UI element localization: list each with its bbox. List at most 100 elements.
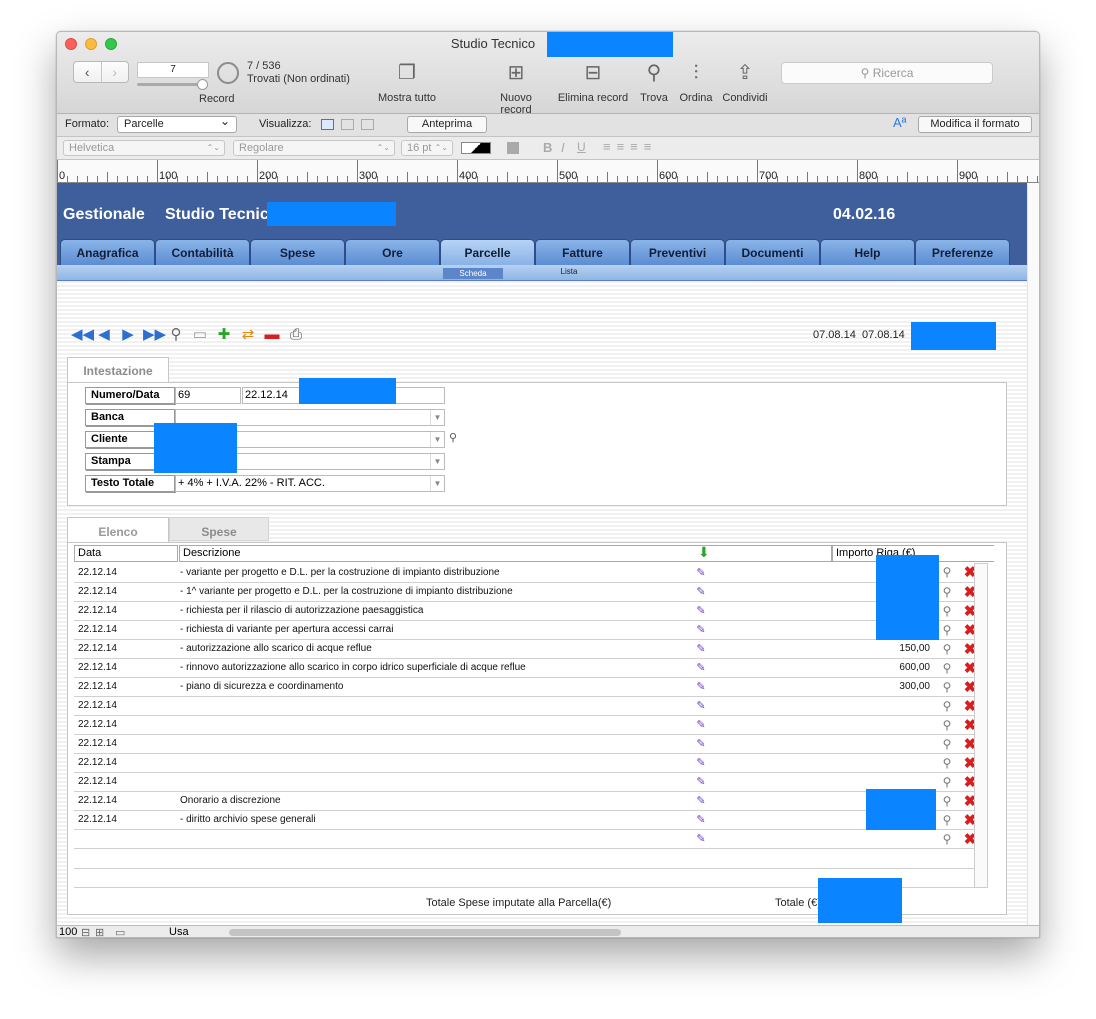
row-date[interactable] <box>74 829 176 849</box>
col-descrizione-header[interactable]: Descrizione <box>179 545 832 562</box>
record-number-field[interactable]: 7 <box>137 62 209 78</box>
highlight-icon[interactable] <box>507 142 519 154</box>
row-date[interactable]: 22.12.14 <box>74 563 176 583</box>
sort-down-arrow-icon[interactable]: ⬇ <box>698 544 710 561</box>
delete-record-icon[interactable]: ▬ <box>263 326 281 344</box>
find-button[interactable]: ⚲ Trova <box>637 62 671 104</box>
edit-pencil-icon[interactable]: ✎ <box>574 639 824 659</box>
row-date[interactable]: 22.12.14 <box>74 791 176 811</box>
delete-record-button[interactable]: ⊟ Elimina record <box>557 62 629 104</box>
table-row[interactable]: 22.12.14- diritto archivio spese general… <box>74 810 980 830</box>
search-icon[interactable]: ⚲ <box>449 431 457 444</box>
row-date[interactable]: 22.12.14 <box>74 601 176 621</box>
row-amount[interactable]: 300,00 <box>824 677 934 697</box>
align-icons[interactable]: ≡≡≡≡ <box>603 139 657 154</box>
table-row[interactable]: 22.12.14- 1^ variante per progetto e D.L… <box>74 582 980 602</box>
subtab-lista[interactable]: Lista <box>539 267 599 276</box>
edit-pencil-icon[interactable]: ✎ <box>574 620 824 640</box>
toolbar-toggle-icon[interactable]: ▭ <box>115 926 125 937</box>
edit-pencil-icon[interactable]: ✎ <box>574 810 824 830</box>
table-row[interactable]: 22.12.14 ✎ ⚲ ✖ <box>74 734 980 754</box>
tab-anagrafica[interactable]: Anagrafica <box>60 239 155 265</box>
col-data-header[interactable]: Data <box>74 545 178 562</box>
subtab-scheda[interactable]: Scheda <box>443 268 503 279</box>
row-date[interactable]: 22.12.14 <box>74 753 176 773</box>
magnifier-icon[interactable]: ⚲ <box>934 677 956 697</box>
table-row[interactable]: 22.12.14 ✎ ⚲ ✖ <box>74 753 980 773</box>
row-description[interactable]: - 1^ variante per progetto e D.L. per la… <box>176 582 574 602</box>
row-description[interactable] <box>176 734 574 754</box>
edit-layout-button[interactable]: Modifica il formato <box>918 116 1032 133</box>
tab-intestazione[interactable]: Intestazione <box>67 357 169 383</box>
preview-button[interactable]: Anteprima <box>407 116 487 133</box>
magnifier-icon[interactable]: ⚲ <box>934 829 956 849</box>
magnifier-icon[interactable]: ⚲ <box>934 791 956 811</box>
table-row[interactable]: 22.12.14 ✎ ⚲ ✖ <box>74 715 980 735</box>
sort-button[interactable]: ⫶ Ordina <box>677 62 715 104</box>
edit-pencil-icon[interactable]: ✎ <box>574 658 824 678</box>
table-row[interactable]: 22.12.14 Onorario a discrezione ✎ ⚲ ✖ <box>74 791 980 811</box>
size-select[interactable]: 16 pt <box>401 140 453 156</box>
zoom-out-icon[interactable]: ⊟ <box>81 926 90 937</box>
row-amount[interactable] <box>824 753 934 773</box>
row-description[interactable]: - diritto archivio spese generali <box>176 810 574 830</box>
form-view-icon[interactable] <box>321 119 334 130</box>
row-date[interactable]: 22.12.14 <box>74 582 176 602</box>
search-field[interactable]: ⚲ Ricerca <box>781 62 993 84</box>
zoom-level[interactable]: 100 <box>59 926 77 937</box>
table-row[interactable]: 22.12.14 ✎ ⚲ ✖ <box>74 772 980 792</box>
first-record-icon[interactable]: ◀◀ <box>71 326 94 344</box>
table-row[interactable]: 22.12.14- piano di sicurezza e coordinam… <box>74 677 980 697</box>
row-date[interactable]: 22.12.14 <box>74 620 176 640</box>
row-amount[interactable]: 150,00 <box>824 639 934 659</box>
row-date[interactable]: 22.12.14 <box>74 810 176 830</box>
numero-field[interactable]: 69 <box>175 387 241 404</box>
underline-icon[interactable]: U <box>577 140 586 154</box>
edit-pencil-icon[interactable]: ✎ <box>574 772 824 792</box>
magnifier-icon[interactable]: ⚲ <box>934 753 956 773</box>
row-amount[interactable] <box>824 696 934 716</box>
blank-record-icon[interactable]: ▭ <box>191 326 209 344</box>
record-slider[interactable] <box>137 79 208 90</box>
edit-pencil-icon[interactable]: ✎ <box>574 563 824 583</box>
tab-parcelle[interactable]: Parcelle <box>440 239 535 265</box>
magnifier-icon[interactable]: ⚲ <box>934 734 956 754</box>
row-description[interactable] <box>176 753 574 773</box>
record-nav[interactable]: ‹ › <box>73 61 129 83</box>
row-date[interactable]: 22.12.14 <box>74 772 176 792</box>
style-select[interactable]: Regolare <box>233 140 395 156</box>
duplicate-record-icon[interactable]: ⇄ <box>239 326 257 344</box>
table-view-icon[interactable] <box>361 119 374 130</box>
chevron-left-icon[interactable]: ‹ <box>74 62 101 82</box>
row-date[interactable]: 22.12.14 <box>74 658 176 678</box>
row-description[interactable]: - autorizzazione allo scarico di acque r… <box>176 639 574 659</box>
view-switcher[interactable] <box>321 119 374 130</box>
magnifier-icon[interactable]: ⚲ <box>934 658 956 678</box>
tab-spese[interactable]: Spese <box>250 239 345 265</box>
last-record-icon[interactable]: ▶▶ <box>143 326 166 344</box>
table-row[interactable]: 22.12.14- richiesta per il rilascio di a… <box>74 601 980 621</box>
edit-pencil-icon[interactable]: ✎ <box>574 601 824 621</box>
chevron-right-icon[interactable]: › <box>100 62 129 82</box>
row-description[interactable]: - variante per progetto e D.L. per la co… <box>176 563 574 583</box>
edit-pencil-icon[interactable]: ✎ <box>574 696 824 716</box>
row-date[interactable]: 22.12.14 <box>74 734 176 754</box>
row-amount[interactable]: 600,00 <box>824 658 934 678</box>
magnifier-icon[interactable]: ⚲ <box>934 715 956 735</box>
table-row[interactable]: ✎ ⚲ ✖ <box>74 829 980 849</box>
row-description[interactable]: - piano di sicurezza e coordinamento <box>176 677 574 697</box>
row-date[interactable]: 22.12.14 <box>74 715 176 735</box>
tab-documenti[interactable]: Documenti <box>725 239 820 265</box>
new-record-icon[interactable]: ✚ <box>215 326 233 344</box>
testo-field[interactable]: + 4% + I.V.A. 22% - RIT. ACC. ▼ <box>175 475 445 492</box>
tab-contabilita[interactable]: Contabilità <box>155 239 250 265</box>
table-row[interactable]: 22.12.14- rinnovo autorizzazione allo sc… <box>74 658 980 678</box>
new-record-button[interactable]: ⊞ Nuovo record <box>483 62 549 116</box>
table-row[interactable]: 22.12.14- autorizzazione allo scarico di… <box>74 639 980 659</box>
magnifier-icon[interactable]: ⚲ <box>934 696 956 716</box>
window-scrollbar[interactable] <box>1027 183 1039 925</box>
edit-pencil-icon[interactable]: ✎ <box>574 829 824 849</box>
row-date[interactable]: 22.12.14 <box>74 639 176 659</box>
tab-fatture[interactable]: Fatture <box>535 239 630 265</box>
horizontal-scrollbar[interactable] <box>229 929 621 936</box>
